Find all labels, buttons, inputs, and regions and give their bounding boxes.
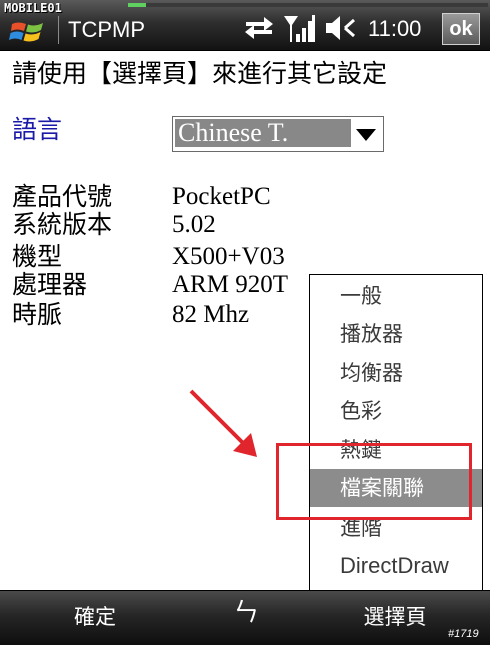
instruction-heading: 請使用【選擇頁】來進行其它設定: [12, 59, 388, 88]
volume-icon[interactable]: [324, 12, 360, 44]
info-label: 時脈: [12, 300, 63, 329]
info-label: 系統版本: [12, 210, 113, 239]
menu-item-directdraw[interactable]: DirectDraw: [310, 547, 482, 585]
softkey-bar: 確定 ㄣ 選擇頁: [0, 590, 490, 645]
progress-bar: [128, 3, 488, 7]
language-label: 語言: [12, 115, 63, 144]
signal-icon[interactable]: [282, 12, 316, 44]
windows-start-icon[interactable]: [8, 16, 48, 46]
language-dropdown[interactable]: Chinese T.: [172, 116, 384, 152]
info-value: 5.02: [172, 211, 216, 238]
language-value: Chinese T.: [175, 119, 351, 147]
info-value: 82 Mhz: [172, 301, 250, 328]
info-label: 產品代號: [12, 182, 113, 211]
title-bar: MOBILE01 TCPMP 11:00 ok: [0, 0, 490, 51]
info-label: 處理器: [12, 270, 88, 299]
app-title: TCPMP: [68, 17, 145, 42]
menu-item-general[interactable]: 一般: [310, 277, 482, 315]
softkey-confirm[interactable]: 確定: [0, 599, 190, 635]
annotation-highlight-box: [276, 443, 472, 520]
menu-item-color[interactable]: 色彩: [310, 392, 482, 430]
dropdown-arrow-icon[interactable]: [351, 117, 381, 151]
watermark: MOBILE01: [4, 1, 62, 15]
ok-button[interactable]: ok: [442, 13, 480, 45]
page-select-menu: 一般 播放器 均衡器 色彩 熱鍵 檔案關聯 進階 DirectDraw: [309, 274, 483, 591]
sync-arrows-icon[interactable]: [242, 12, 276, 44]
menu-item-player[interactable]: 播放器: [310, 315, 482, 353]
clock[interactable]: 11:00: [368, 15, 421, 43]
image-id-label: #1719: [448, 628, 479, 640]
input-method-icon[interactable]: ㄣ: [228, 595, 264, 631]
info-value: X500+V03: [172, 243, 285, 270]
info-value: PocketPC: [172, 183, 271, 210]
annotation-arrow-icon: [189, 389, 257, 457]
info-label: 機型: [12, 242, 63, 271]
menu-item-equalizer[interactable]: 均衡器: [310, 354, 482, 392]
progress-fill: [128, 3, 146, 7]
title-separator: [58, 16, 59, 44]
info-value: ARM 920T: [172, 271, 288, 298]
